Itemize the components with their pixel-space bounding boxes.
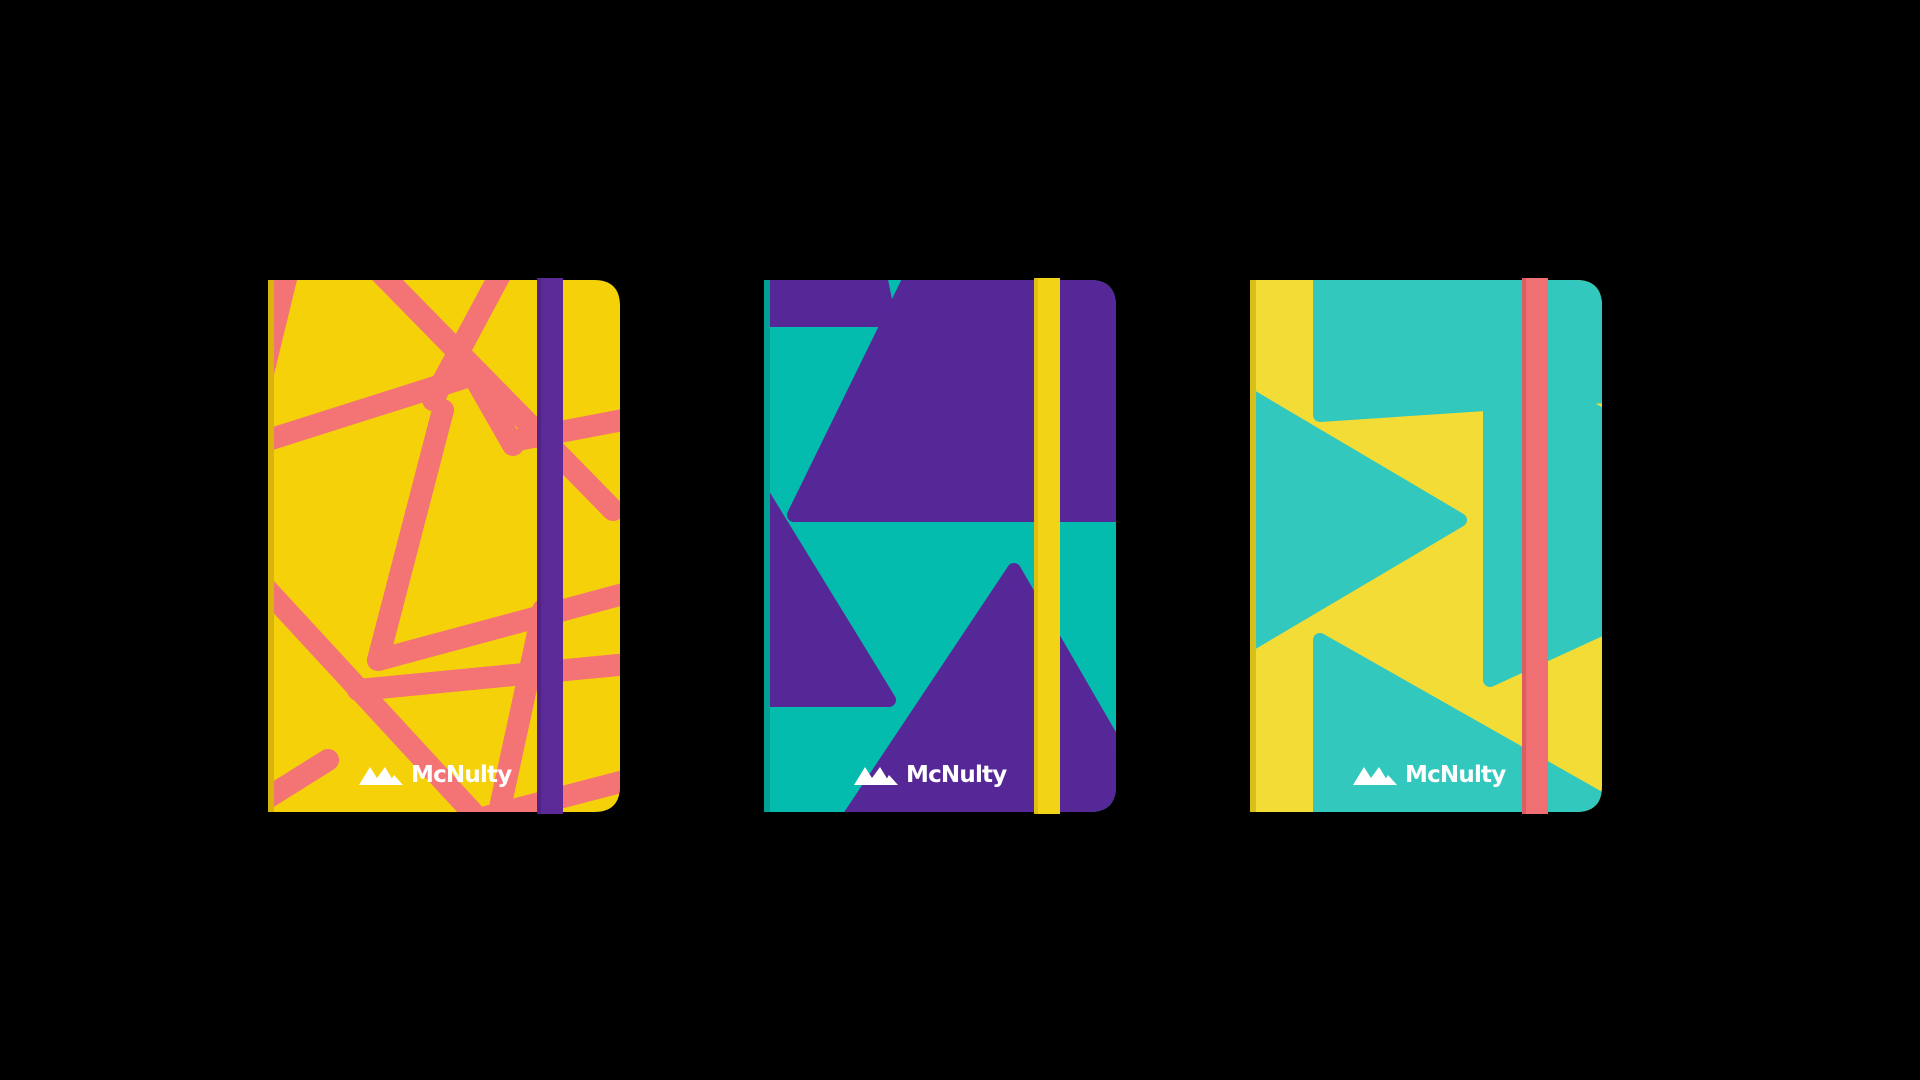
brand-name: McNulty — [906, 761, 1007, 788]
cover-spine — [268, 280, 274, 812]
brand-logo: McNulty — [853, 758, 1013, 792]
mockup-stage: McNulty McNulty McNulty — [0, 0, 1920, 1080]
notebook-yellow-teal-cover — [1250, 278, 1602, 814]
cover-spine — [764, 280, 770, 812]
brand-name: McNulty — [411, 761, 512, 788]
notebook-yellow: McNulty — [268, 278, 620, 814]
cover-spine — [1250, 280, 1256, 812]
brand-logo: McNulty — [1352, 758, 1512, 792]
brand-name: McNulty — [1405, 761, 1506, 788]
mountain-peaks-icon — [854, 767, 898, 785]
mountain-peaks-icon — [1353, 767, 1397, 785]
notebook-yellow-teal: McNulty — [1250, 278, 1602, 814]
brand-logo: McNulty — [358, 758, 518, 792]
mountain-peaks-icon — [359, 767, 403, 785]
notebook-yellow-cover — [268, 278, 620, 814]
notebook-teal: McNulty — [764, 278, 1116, 814]
notebook-teal-cover — [764, 278, 1116, 814]
